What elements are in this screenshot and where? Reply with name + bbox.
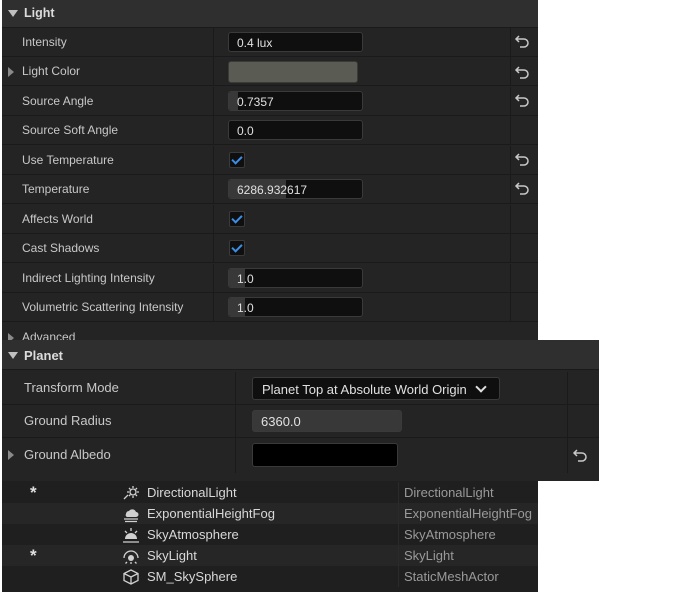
reset-to-default-icon[interactable] [572,447,588,463]
property-row-cast-shadows: Cast Shadows [2,234,538,263]
property-label: Source Soft Angle [22,123,119,137]
property-row-transform-mode: Transform Mode Planet Top at Absolute Wo… [2,372,599,405]
sky-light-icon [123,550,139,564]
planet-section-header[interactable]: Planet [2,340,599,370]
outliner-row[interactable]: * DirectionalLight DirectionalLight [2,482,538,503]
property-row-intensity: Intensity 0.4 lux [2,28,538,57]
property-label: Ground Albedo [24,447,111,462]
property-label: Intensity [22,35,67,49]
light-details-panel: Light Intensity 0.4 lux Light Color Sour… [2,0,538,346]
outliner-row[interactable]: SM_SkySphere StaticMeshActor [2,566,538,587]
actor-name: ExponentialHeightFog [147,506,275,521]
property-label: Source Angle [22,94,94,108]
property-label: Use Temperature [22,153,114,167]
source-soft-angle-input[interactable]: 0.0 [228,120,363,140]
light-color-swatch[interactable] [228,61,358,83]
property-label: Temperature [22,182,90,196]
modified-marker: * [30,483,37,502]
ground-radius-input[interactable]: 6360.0 [252,410,402,432]
property-row-indirect-lighting-intensity: Indirect Lighting Intensity 1.0 [2,264,538,293]
property-row-use-temperature: Use Temperature [2,146,538,175]
outliner-row[interactable]: SkyAtmosphere SkyAtmosphere [2,524,538,545]
reset-to-default-icon[interactable] [514,64,530,80]
light-section-title: Light [24,6,55,20]
property-label: Cast Shadows [22,241,100,255]
property-row-ground-radius: Ground Radius 6360.0 [2,405,599,438]
outliner-row[interactable]: ExponentialHeightFog ExponentialHeightFo… [2,503,538,524]
planet-details-panel: Planet Transform Mode Planet Top at Abso… [2,340,599,481]
volumetric-scattering-intensity-slider[interactable]: 1.0 [228,297,363,317]
outliner-row[interactable]: * SkyLight SkyLight [2,545,538,566]
expand-arrow-icon[interactable] [8,450,14,460]
property-row-ground-albedo: Ground Albedo [2,438,599,473]
property-label: Transform Mode [24,380,119,395]
property-label: Volumetric Scattering Intensity [22,300,184,314]
source-angle-slider[interactable]: 0.7357 [228,91,363,111]
affects-world-checkbox[interactable] [229,211,245,227]
directional-light-icon [123,486,139,500]
reset-to-default-icon[interactable] [514,180,530,196]
actor-type: ExponentialHeightFog [404,506,532,521]
collapse-arrow-icon[interactable] [8,352,18,359]
temperature-slider[interactable]: 6286.932617 [228,179,363,199]
property-row-volumetric-scattering-intensity: Volumetric Scattering Intensity 1.0 [2,293,538,322]
property-row-temperature: Temperature 6286.932617 [2,175,538,204]
property-label: Indirect Lighting Intensity [22,271,155,285]
actor-type: SkyAtmosphere [404,527,496,542]
actor-name: SkyAtmosphere [147,527,239,542]
outliner-panel: * DirectionalLight DirectionalLight Expo… [2,481,538,592]
reset-to-default-icon[interactable] [514,92,530,108]
transform-mode-dropdown[interactable]: Planet Top at Absolute World Origin [252,377,500,400]
modified-marker: * [30,546,37,565]
use-temperature-checkbox[interactable] [229,152,245,168]
property-row-source-angle: Source Angle 0.7357 [2,87,538,116]
property-row-affects-world: Affects World [2,205,538,234]
property-row-source-soft-angle: Source Soft Angle 0.0 [2,116,538,145]
reset-to-default-icon[interactable] [514,151,530,167]
property-label: Affects World [22,212,93,226]
fog-icon [124,509,139,523]
actor-type: StaticMeshActor [404,569,499,584]
actor-type: DirectionalLight [404,485,494,500]
expand-arrow-icon[interactable] [8,67,14,77]
actor-name: SM_SkySphere [147,569,238,584]
static-mesh-icon [123,569,139,585]
sky-atmosphere-icon [123,528,139,543]
cast-shadows-checkbox[interactable] [229,240,245,256]
property-label: Light Color [22,64,81,78]
collapse-arrow-icon[interactable] [8,10,18,17]
indirect-lighting-intensity-slider[interactable]: 1.0 [228,268,363,288]
actor-name: DirectionalLight [147,485,237,500]
ground-albedo-swatch[interactable] [252,443,398,467]
actor-name: SkyLight [147,548,197,563]
chevron-down-icon [475,381,487,393]
property-row-light-color: Light Color [2,57,538,86]
light-section-header[interactable]: Light [2,0,538,28]
property-label: Ground Radius [24,413,112,428]
intensity-input[interactable]: 0.4 lux [228,32,363,52]
actor-type: SkyLight [404,548,454,563]
reset-to-default-icon[interactable] [514,33,530,49]
planet-section-title: Planet [24,348,64,363]
